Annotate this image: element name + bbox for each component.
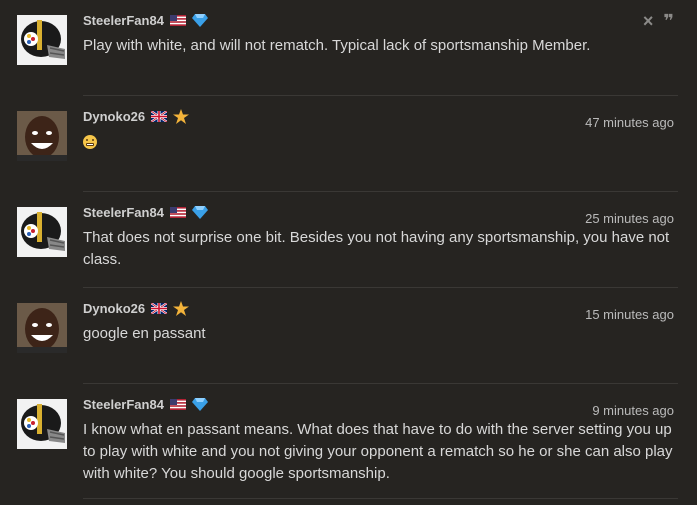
us-flag-icon — [169, 14, 186, 26]
comment-meta: Dynoko26 — [83, 298, 190, 318]
username[interactable]: SteelerFan84 — [83, 205, 164, 220]
steelers-helmet-icon — [17, 15, 67, 65]
comment-text: I know what en passant means. What does … — [83, 421, 673, 482]
steelers-helmet-icon — [17, 207, 67, 257]
timestamp: 25 minutes ago — [585, 211, 674, 226]
timestamp: 15 minutes ago — [585, 307, 674, 322]
diamond-icon — [191, 206, 208, 219]
comment: SteelerFan84 9 minutes ago I know what e… — [0, 384, 697, 505]
comment-text: That does not surprise one bit. Besides … — [83, 229, 670, 268]
comment: SteelerFan84 Play with white, and will n… — [0, 0, 697, 96]
comment-text: Play with white, and will not rematch. T… — [83, 37, 591, 54]
divider — [83, 498, 678, 499]
username[interactable]: Dynoko26 — [83, 301, 145, 316]
avatar[interactable] — [17, 207, 67, 257]
comment: Dynoko26 15 minutes ago google en passan… — [0, 288, 697, 384]
star-icon — [173, 108, 190, 124]
username[interactable]: SteelerFan84 — [83, 397, 164, 412]
comment-text — [83, 131, 678, 153]
man-smiling-icon — [17, 111, 67, 161]
comment-text: google en passant — [83, 325, 206, 342]
star-icon — [173, 300, 190, 316]
comment-meta: SteelerFan84 — [83, 394, 208, 414]
comment: Dynoko26 47 minutes ago — [0, 96, 697, 192]
gb-flag-icon — [151, 302, 168, 314]
timestamp: 9 minutes ago — [592, 403, 674, 418]
man-smiling-icon — [17, 303, 67, 353]
steelers-helmet-icon — [17, 399, 67, 449]
us-flag-icon — [169, 206, 186, 218]
avatar[interactable] — [17, 111, 67, 161]
us-flag-icon — [169, 398, 186, 410]
gb-flag-icon — [151, 110, 168, 122]
comment-meta: SteelerFan84 — [83, 10, 208, 30]
avatar[interactable] — [17, 399, 67, 449]
timestamp: 47 minutes ago — [585, 115, 674, 130]
username[interactable]: Dynoko26 — [83, 109, 145, 124]
comment: SteelerFan84 25 minutes ago That does no… — [0, 192, 697, 288]
grimacing-face-icon — [83, 135, 97, 150]
avatar[interactable] — [17, 303, 67, 353]
comment-meta: Dynoko26 — [83, 106, 190, 126]
comment-meta: SteelerFan84 — [83, 202, 208, 222]
username[interactable]: SteelerFan84 — [83, 13, 164, 28]
diamond-icon — [191, 14, 208, 27]
avatar[interactable] — [17, 15, 67, 65]
diamond-icon — [191, 398, 208, 411]
